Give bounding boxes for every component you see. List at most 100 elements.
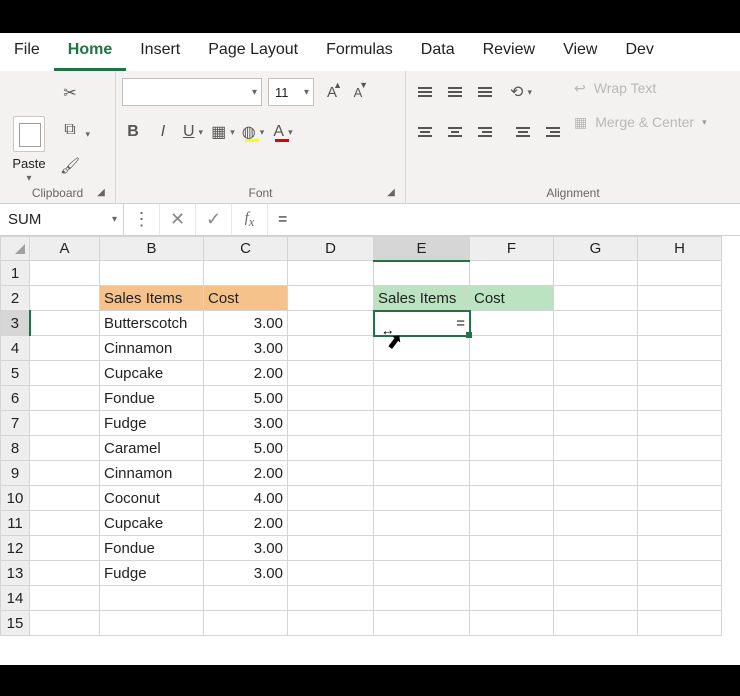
cell-A8[interactable] xyxy=(30,436,100,461)
paste-icon[interactable] xyxy=(13,116,45,152)
clipboard-launcher-icon[interactable]: ◢ xyxy=(95,187,107,199)
row-header-4[interactable]: 4 xyxy=(1,336,30,361)
cell-A9[interactable] xyxy=(30,461,100,486)
cell-B13[interactable]: Fudge xyxy=(100,561,204,586)
cell-F13[interactable] xyxy=(470,561,554,586)
formula-input[interactable]: = xyxy=(268,204,740,235)
tab-view[interactable]: View xyxy=(549,33,611,71)
cell-E15[interactable] xyxy=(374,611,470,636)
spreadsheet-grid[interactable]: A B C D E F G H 12Sales ItemsCostSales I… xyxy=(0,236,740,665)
cell-D4[interactable] xyxy=(288,336,374,361)
cell-F1[interactable] xyxy=(470,261,554,286)
font-name-combo[interactable] xyxy=(122,78,262,106)
tab-page-layout[interactable]: Page Layout xyxy=(194,33,312,71)
cell-H9[interactable] xyxy=(638,461,722,486)
cell-H14[interactable] xyxy=(638,586,722,611)
cell-D13[interactable] xyxy=(288,561,374,586)
cell-A13[interactable] xyxy=(30,561,100,586)
cell-A7[interactable] xyxy=(30,411,100,436)
cell-C11[interactable]: 2.00 xyxy=(204,511,288,536)
row-header-13[interactable]: 13 xyxy=(1,561,30,586)
cell-H3[interactable] xyxy=(638,311,722,336)
tab-data[interactable]: Data xyxy=(407,33,469,71)
increase-font-size-button[interactable]: A▲ xyxy=(320,80,344,104)
cell-D5[interactable] xyxy=(288,361,374,386)
cell-G11[interactable] xyxy=(554,511,638,536)
italic-button[interactable]: I xyxy=(152,121,174,143)
col-header-G[interactable]: G xyxy=(554,237,638,261)
font-color-button[interactable]: A▾ xyxy=(272,121,294,143)
cell-G14[interactable] xyxy=(554,586,638,611)
cell-H15[interactable] xyxy=(638,611,722,636)
align-left-button[interactable] xyxy=(412,120,438,144)
cell-A11[interactable] xyxy=(30,511,100,536)
cell-E3[interactable]: = xyxy=(374,311,470,336)
decrease-indent-button[interactable] xyxy=(510,120,536,144)
enter-edit-button[interactable]: ✓ xyxy=(196,204,232,235)
cell-A5[interactable] xyxy=(30,361,100,386)
row-header-5[interactable]: 5 xyxy=(1,361,30,386)
cell-G1[interactable] xyxy=(554,261,638,286)
cell-C8[interactable]: 5.00 xyxy=(204,436,288,461)
cell-E5[interactable] xyxy=(374,361,470,386)
cell-E13[interactable] xyxy=(374,561,470,586)
cell-B12[interactable]: Fondue xyxy=(100,536,204,561)
bold-button[interactable]: B xyxy=(122,121,144,143)
cell-B6[interactable]: Fondue xyxy=(100,386,204,411)
fill-color-button[interactable]: ◍▾ xyxy=(242,121,264,143)
cell-C6[interactable]: 5.00 xyxy=(204,386,288,411)
cell-B7[interactable]: Fudge xyxy=(100,411,204,436)
cut-button[interactable]: ✂ xyxy=(58,81,82,105)
cell-C13[interactable]: 3.00 xyxy=(204,561,288,586)
cell-H11[interactable] xyxy=(638,511,722,536)
col-header-B[interactable]: B xyxy=(100,237,204,261)
cell-D9[interactable] xyxy=(288,461,374,486)
tab-insert[interactable]: Insert xyxy=(126,33,194,71)
col-header-C[interactable]: C xyxy=(204,237,288,261)
cell-H13[interactable] xyxy=(638,561,722,586)
cell-G5[interactable] xyxy=(554,361,638,386)
cell-F11[interactable] xyxy=(470,511,554,536)
cell-B3[interactable]: Butterscotch xyxy=(100,311,204,336)
cell-E9[interactable] xyxy=(374,461,470,486)
cell-F12[interactable] xyxy=(470,536,554,561)
cell-H5[interactable] xyxy=(638,361,722,386)
cell-E11[interactable] xyxy=(374,511,470,536)
borders-button[interactable]: ▦▾ xyxy=(212,121,234,143)
cell-H6[interactable] xyxy=(638,386,722,411)
cell-G8[interactable] xyxy=(554,436,638,461)
cell-H12[interactable] xyxy=(638,536,722,561)
cell-C3[interactable]: 3.00 xyxy=(204,311,288,336)
format-painter-button[interactable]: 🖌 xyxy=(58,154,82,178)
cell-G12[interactable] xyxy=(554,536,638,561)
cell-A3[interactable] xyxy=(30,311,100,336)
col-header-A[interactable]: A xyxy=(30,237,100,261)
row-header-10[interactable]: 10 xyxy=(1,486,30,511)
cell-F8[interactable] xyxy=(470,436,554,461)
cell-B11[interactable]: Cupcake xyxy=(100,511,204,536)
cell-B4[interactable]: Cinnamon xyxy=(100,336,204,361)
cell-G7[interactable] xyxy=(554,411,638,436)
row-header-1[interactable]: 1 xyxy=(1,261,30,286)
cell-E4[interactable] xyxy=(374,336,470,361)
cell-E12[interactable] xyxy=(374,536,470,561)
cell-A4[interactable] xyxy=(30,336,100,361)
cell-D3[interactable] xyxy=(288,311,374,336)
select-all-corner[interactable] xyxy=(1,237,30,261)
cell-D10[interactable] xyxy=(288,486,374,511)
cell-C9[interactable]: 2.00 xyxy=(204,461,288,486)
align-center-button[interactable] xyxy=(442,120,468,144)
cell-F4[interactable] xyxy=(470,336,554,361)
cell-C15[interactable] xyxy=(204,611,288,636)
tab-home[interactable]: Home xyxy=(54,33,126,71)
cancel-edit-button[interactable]: ✕ xyxy=(160,204,196,235)
cell-B8[interactable]: Caramel xyxy=(100,436,204,461)
cell-B10[interactable]: Coconut xyxy=(100,486,204,511)
cell-A6[interactable] xyxy=(30,386,100,411)
cell-B15[interactable] xyxy=(100,611,204,636)
cell-E14[interactable] xyxy=(374,586,470,611)
cell-A12[interactable] xyxy=(30,536,100,561)
row-header-8[interactable]: 8 xyxy=(1,436,30,461)
col-header-E[interactable]: E xyxy=(374,237,470,261)
cell-E7[interactable] xyxy=(374,411,470,436)
